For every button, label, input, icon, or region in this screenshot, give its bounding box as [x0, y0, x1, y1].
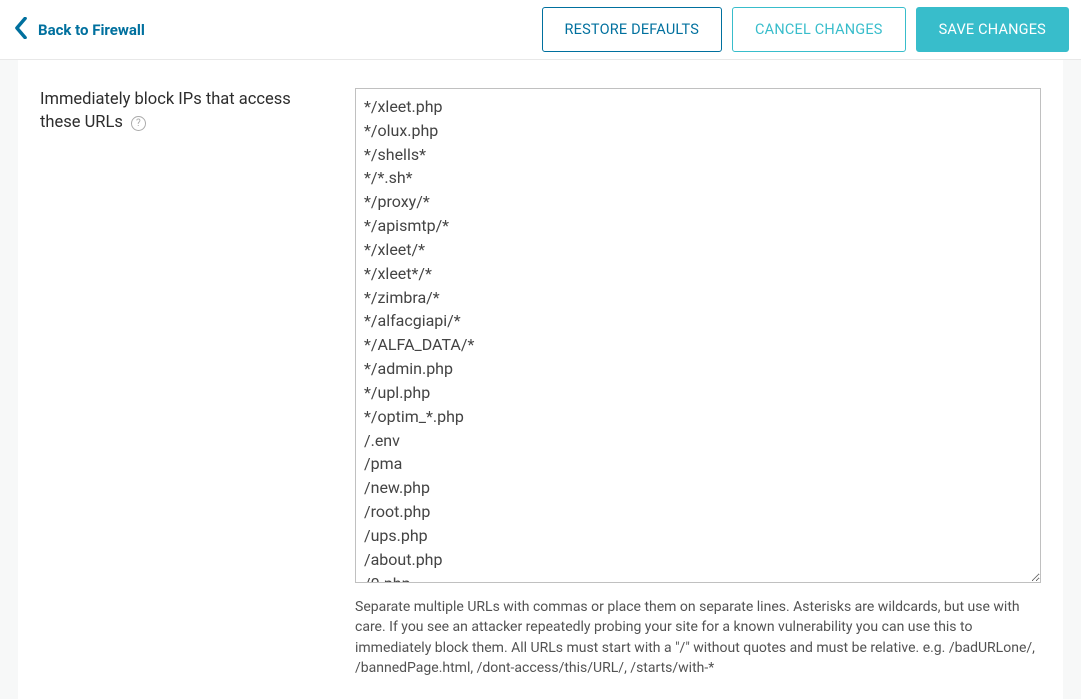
setting-field-col: Separate multiple URLs with commas or pl…	[355, 88, 1041, 679]
header-buttons: RESTORE DEFAULTS CANCEL CHANGES SAVE CHA…	[542, 7, 1069, 52]
back-to-firewall-link[interactable]: Back to Firewall	[14, 17, 145, 43]
cancel-changes-button[interactable]: CANCEL CHANGES	[732, 7, 906, 52]
block-urls-textarea[interactable]	[355, 88, 1041, 583]
content-area: Immediately block IPs that access these …	[18, 60, 1063, 699]
header-bar: Back to Firewall RESTORE DEFAULTS CANCEL…	[0, 0, 1081, 60]
save-changes-button[interactable]: SAVE CHANGES	[916, 7, 1069, 52]
chevron-left-icon	[14, 17, 28, 43]
setting-row: Immediately block IPs that access these …	[18, 88, 1063, 679]
setting-label: Immediately block IPs that access these …	[40, 90, 291, 132]
helper-text: Separate multiple URLs with commas or pl…	[355, 597, 1041, 679]
help-icon[interactable]: ?	[131, 116, 146, 131]
back-link-label: Back to Firewall	[38, 21, 145, 39]
setting-label-col: Immediately block IPs that access these …	[40, 88, 355, 134]
restore-defaults-button[interactable]: RESTORE DEFAULTS	[542, 7, 723, 52]
